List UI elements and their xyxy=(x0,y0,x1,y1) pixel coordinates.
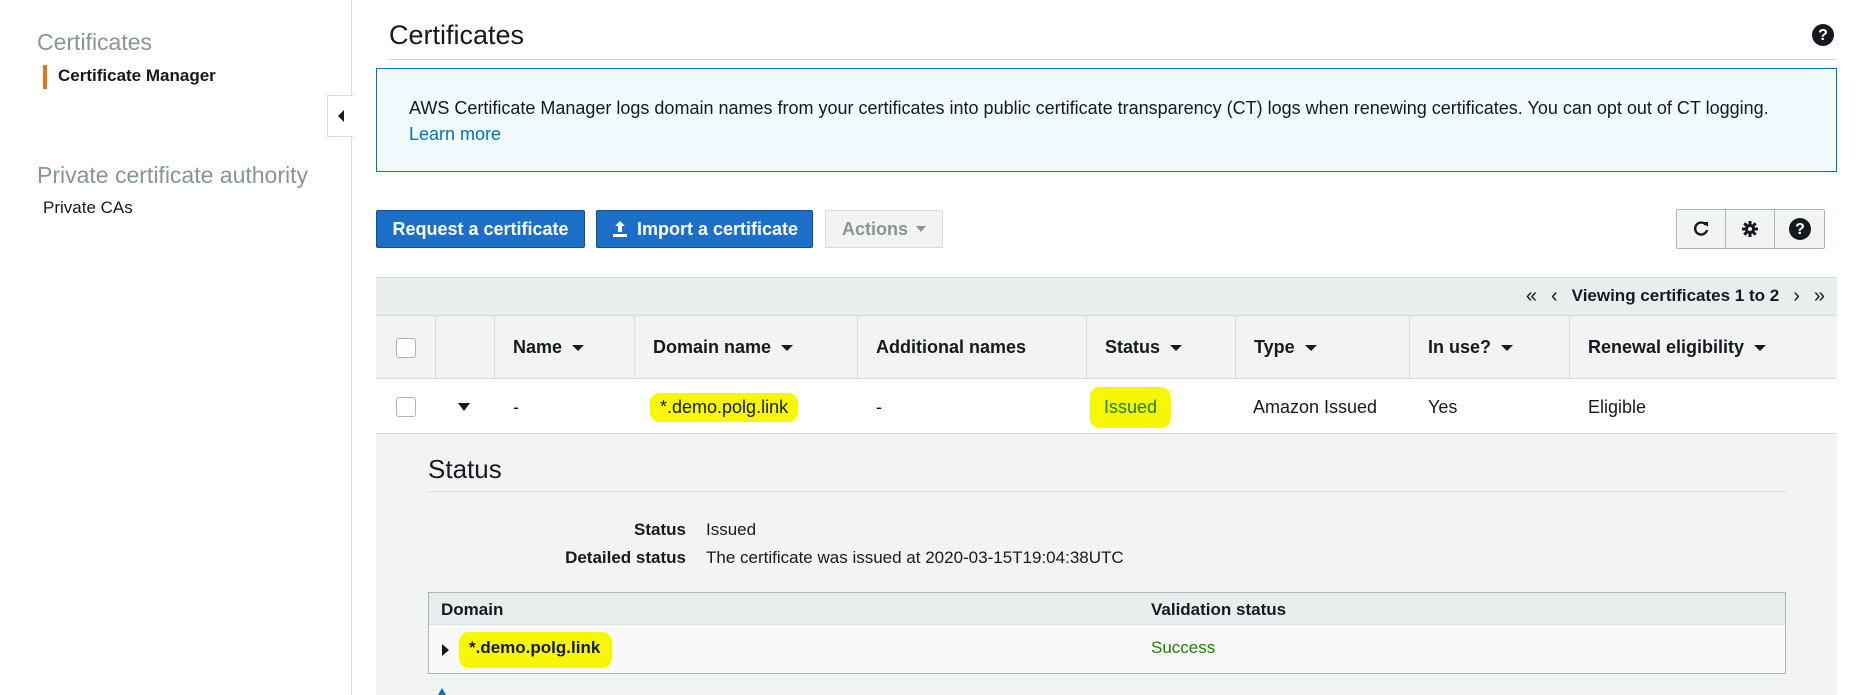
column-header-status[interactable]: Status xyxy=(1087,316,1236,379)
column-header-renewal-eligibility[interactable]: Renewal eligibility xyxy=(1570,316,1837,379)
row-checkbox-cell xyxy=(396,380,416,434)
cell-status: Issued xyxy=(1090,380,1172,434)
domain-validation-table: Domain Validation status *.demo.polg.lin… xyxy=(428,592,1786,674)
gear-icon xyxy=(1742,221,1758,237)
svg-text:?: ? xyxy=(1795,221,1805,238)
import-certificate-button[interactable]: Import a certificate xyxy=(596,210,813,248)
ct-logging-info-alert: AWS Certificate Manager logs domain name… xyxy=(376,68,1837,172)
pagination-label: Viewing certificates 1 to 2 xyxy=(1571,286,1780,305)
import-certificate-label: Import a certificate xyxy=(636,218,799,239)
caret-right-icon[interactable] xyxy=(442,644,449,656)
table-row[interactable]: - *.demo.polg.link - Issued Amazon Issue… xyxy=(376,380,1837,434)
detailed-status-value: The certificate was issued at 2020-03-15… xyxy=(706,548,1124,567)
sidebar-item-private-cas[interactable]: Private CAs xyxy=(43,198,133,218)
actions-dropdown[interactable]: Actions xyxy=(825,210,943,248)
first-page-icon[interactable]: « xyxy=(1526,286,1537,306)
column-header-domain-name[interactable]: Domain name xyxy=(635,316,858,379)
sort-caret-icon xyxy=(1304,344,1317,351)
table-pagination-bar: « ‹ Viewing certificates 1 to 2 › » xyxy=(376,277,1837,315)
settings-button[interactable] xyxy=(1726,210,1775,248)
column-label: Additional names xyxy=(876,337,1027,357)
request-certificate-label: Request a certificate xyxy=(392,218,569,239)
row-checkbox[interactable] xyxy=(396,397,416,417)
column-header-name[interactable]: Name xyxy=(495,316,635,379)
refresh-button[interactable] xyxy=(1677,210,1726,248)
learn-more-link[interactable]: Learn more xyxy=(409,124,501,144)
detailed-status-key: Detailed status xyxy=(565,548,686,567)
domain-name-highlight: *.demo.polg.link xyxy=(650,392,799,422)
domain-column-label: Domain xyxy=(441,600,504,619)
validation-status-column-label: Validation status xyxy=(1151,600,1287,619)
caret-down-icon xyxy=(458,403,470,411)
sort-caret-icon xyxy=(1754,344,1767,351)
sort-caret-icon xyxy=(572,344,585,351)
table-tools: ? xyxy=(1676,209,1825,249)
row-expand-toggle[interactable] xyxy=(458,380,470,434)
column-label: Renewal eligibility xyxy=(1588,337,1745,357)
sidebar: Certificates Certificate Manager Private… xyxy=(0,0,352,695)
info-text: AWS Certificate Manager logs domain name… xyxy=(409,98,1769,118)
status-badge: Issued xyxy=(1090,386,1172,428)
sidebar-section-private-ca: Private certificate authority xyxy=(37,162,309,188)
page-title: Certificates xyxy=(389,20,525,50)
table-header: Name Domain name Additional names Status… xyxy=(376,315,1837,379)
certificate-detail-panel: Status Status Issued Detailed status The… xyxy=(376,434,1837,695)
validation-status-value: Success xyxy=(1151,638,1216,657)
column-label: Type xyxy=(1254,337,1295,357)
validation-domain-value: *.demo.polg.link xyxy=(459,632,613,668)
status-key: Status xyxy=(634,520,686,539)
actions-label: Actions xyxy=(841,218,908,239)
help-icon[interactable]: ? xyxy=(1811,23,1835,47)
cell-renewal-eligibility: Eligible xyxy=(1588,396,1647,417)
sort-caret-icon xyxy=(781,344,794,351)
cell-additional-names: - xyxy=(876,396,882,417)
previous-page-icon[interactable]: ‹ xyxy=(1551,286,1558,306)
column-header-type[interactable]: Type xyxy=(1236,316,1410,379)
column-label: Status xyxy=(1105,337,1161,357)
detail-divider xyxy=(428,491,1786,492)
caret-up-icon xyxy=(438,688,446,695)
select-all-checkbox[interactable] xyxy=(396,337,416,358)
help-icon: ? xyxy=(1788,218,1811,240)
sidebar-section-certificates: Certificates xyxy=(37,29,153,55)
sidebar-item-certificate-manager[interactable]: Certificate Manager xyxy=(43,65,216,89)
title-divider xyxy=(389,59,1837,60)
column-label: In use? xyxy=(1428,337,1492,357)
upload-icon xyxy=(612,221,627,237)
table-help-button[interactable]: ? xyxy=(1775,210,1824,248)
sort-caret-icon xyxy=(1170,344,1183,351)
column-header-additional-names: Additional names xyxy=(858,316,1087,379)
collapse-sidebar-button[interactable] xyxy=(327,95,353,137)
caret-down-icon xyxy=(916,226,926,232)
cell-type: Amazon Issued xyxy=(1253,396,1378,417)
chevron-left-icon xyxy=(337,110,344,122)
cell-domain-name: *.demo.polg.link xyxy=(650,380,799,434)
column-header-in-use[interactable]: In use? xyxy=(1410,316,1570,379)
column-label: Name xyxy=(513,337,563,357)
sort-caret-icon xyxy=(1501,344,1514,351)
main-content: Certificates ? AWS Certificate Manager l… xyxy=(376,0,1837,695)
domain-validation-row[interactable]: *.demo.polg.link Success xyxy=(429,625,1785,673)
select-all-cell xyxy=(376,316,436,379)
column-label: Domain name xyxy=(653,337,772,357)
request-certificate-button[interactable]: Request a certificate xyxy=(376,210,585,248)
cell-in-use: Yes xyxy=(1428,396,1458,417)
domain-validation-header: Domain Validation status xyxy=(429,593,1785,625)
expand-column-header xyxy=(436,316,495,379)
cell-name: - xyxy=(513,396,519,417)
pagination: « ‹ Viewing certificates 1 to 2 › » xyxy=(1526,286,1825,306)
next-page-icon[interactable]: › xyxy=(1793,286,1800,306)
refresh-icon xyxy=(1694,221,1709,236)
detail-section-title: Status xyxy=(428,454,502,484)
status-value: Issued xyxy=(706,520,757,539)
svg-text:?: ? xyxy=(1818,27,1828,44)
last-page-icon[interactable]: » xyxy=(1814,286,1825,306)
